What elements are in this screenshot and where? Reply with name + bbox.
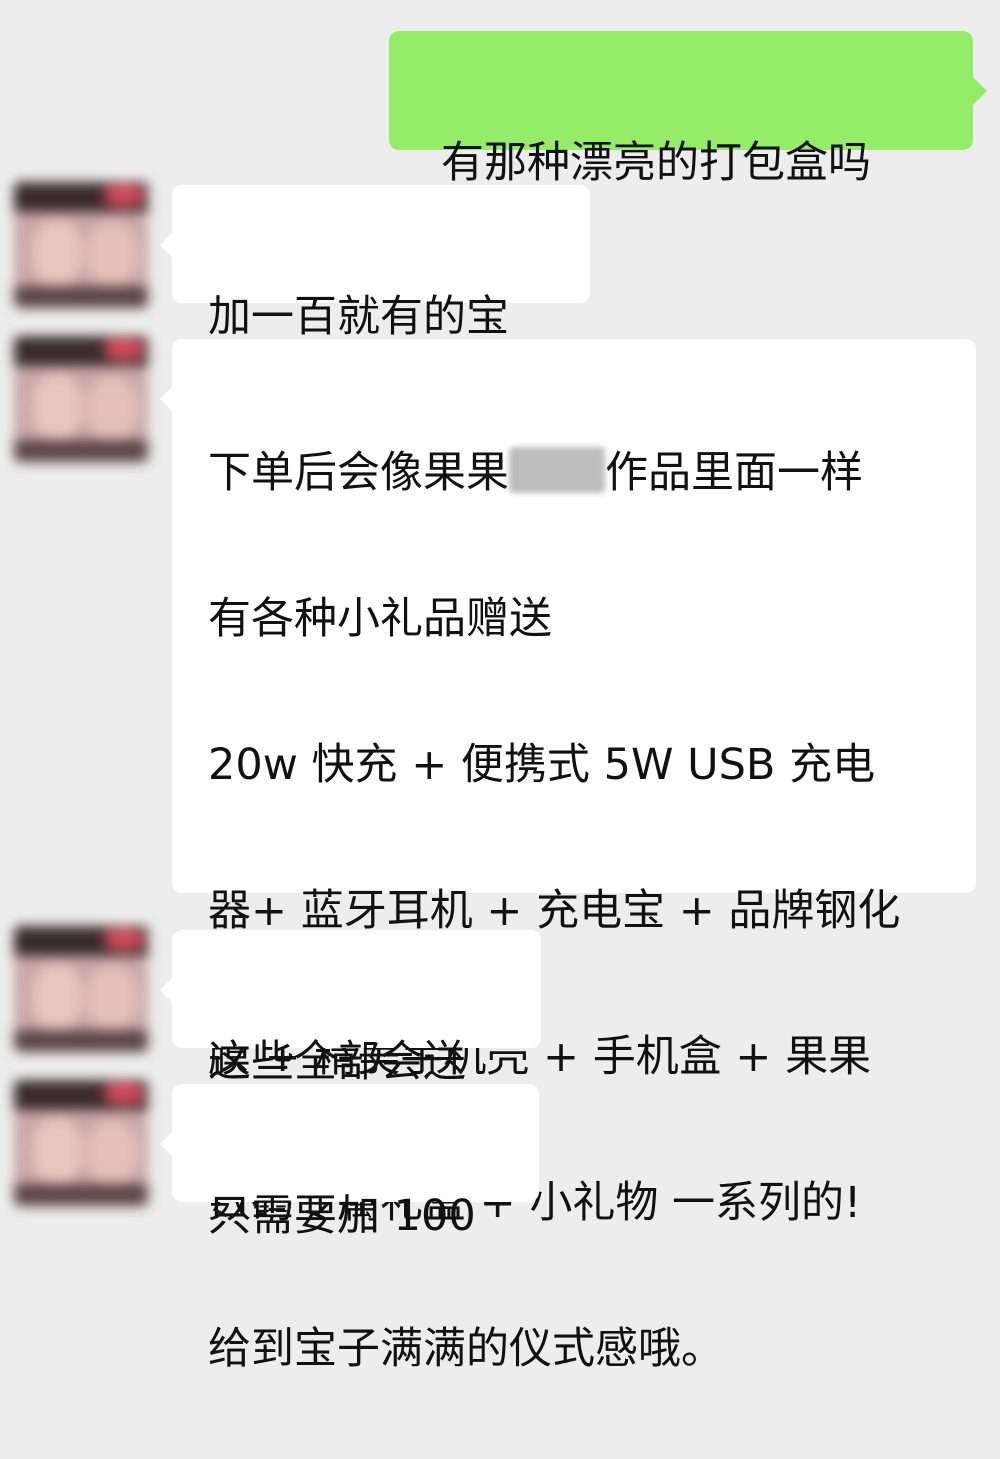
chat-area: 有那种漂亮的打包盒吗 加一百就有的宝 下单后会像果果 作品里面一样 有各种小礼品赠… <box>0 0 1000 1374</box>
incoming-message-bubble[interactable]: 这些全部会送 <box>160 930 541 1087</box>
contact-avatar[interactable] <box>14 926 148 1052</box>
redacted-name-blur <box>509 447 605 493</box>
message-text: 加一百就有的宝 <box>208 292 509 342</box>
incoming-message-bubble[interactable]: 加一百就有的宝 <box>160 185 590 342</box>
message-line: 给到宝子满满的仪式感哦。 <box>208 1324 724 1374</box>
message-text: 只需要加 100 <box>208 1191 476 1241</box>
contact-avatar[interactable] <box>14 182 148 308</box>
outgoing-message-bubble[interactable]: 有那种漂亮的打包盒吗 <box>389 31 987 188</box>
incoming-message-bubble[interactable]: 只需要加 100 <box>160 1084 539 1241</box>
message-text: 这些全部会送 <box>208 1037 466 1087</box>
message-line: 下单后会像果果 作品里面一样 <box>208 447 863 498</box>
incoming-message-bubble-long[interactable]: 下单后会像果果 作品里面一样 有各种小礼品赠送 20w 快充 + 便携式 5W U… <box>160 339 976 1374</box>
message-text: 有那种漂亮的打包盒吗 <box>441 138 871 188</box>
contact-avatar[interactable] <box>14 1080 148 1206</box>
contact-avatar[interactable] <box>14 336 148 462</box>
message-line: 20w 快充 + 便携式 5W USB 充电 <box>208 740 876 790</box>
message-line: 有各种小礼品赠送 <box>208 594 552 644</box>
